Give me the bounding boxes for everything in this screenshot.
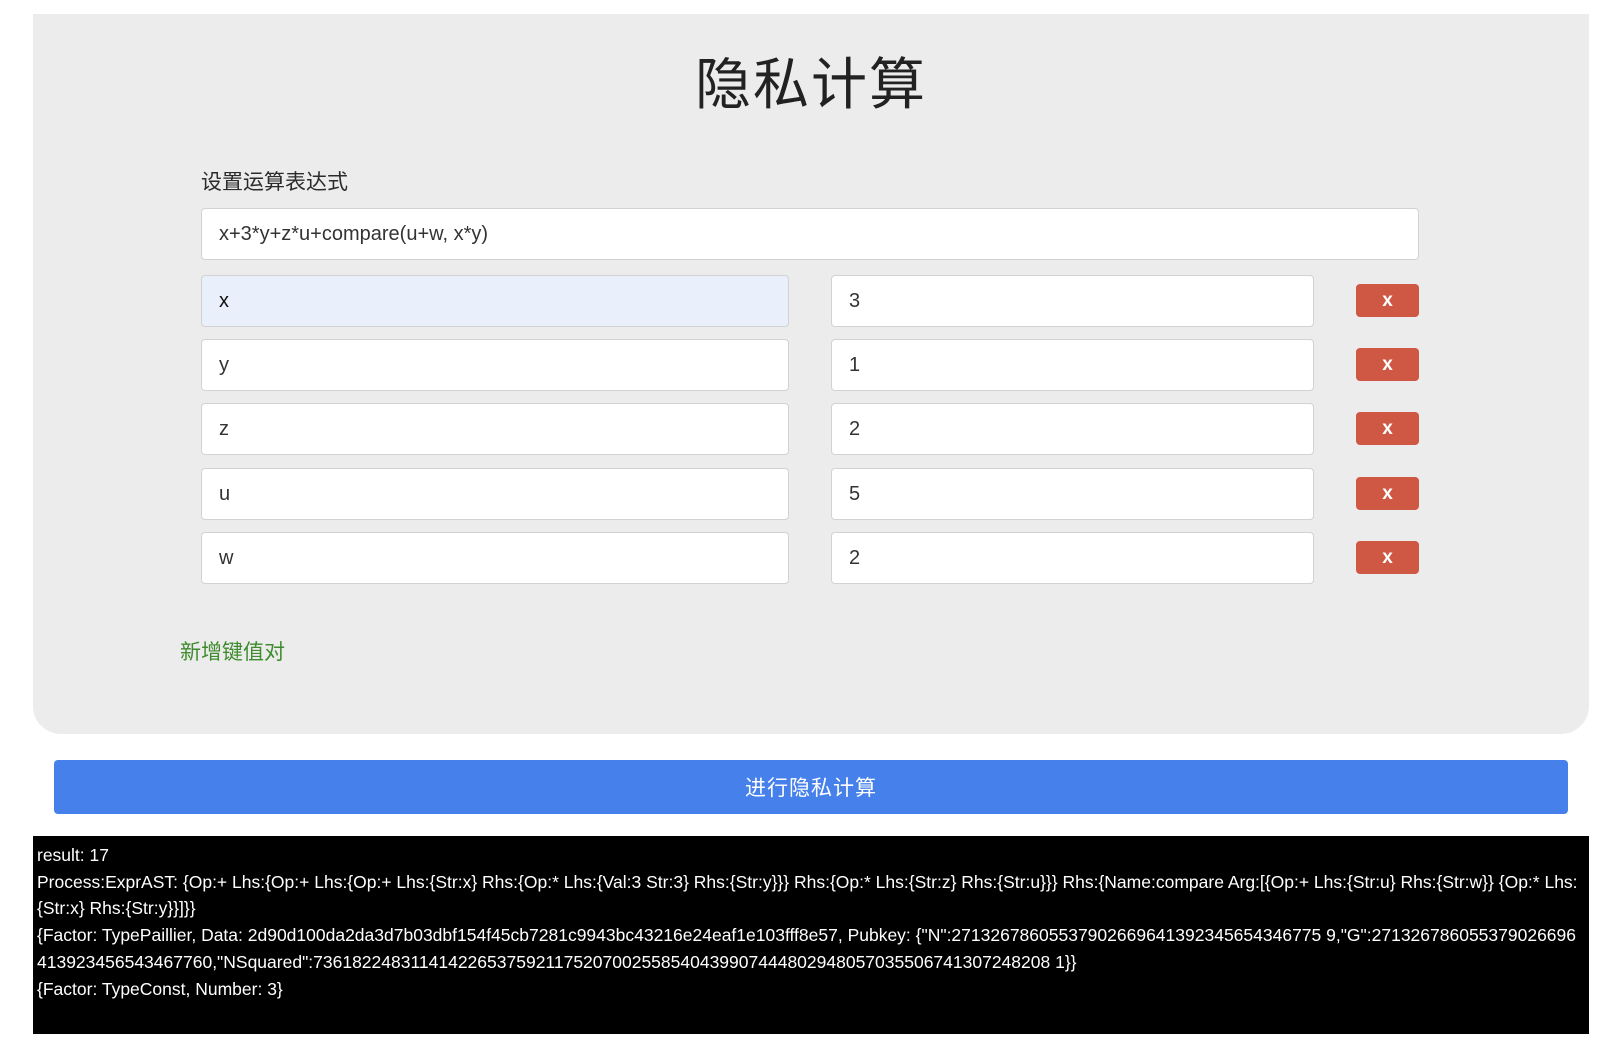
input-panel: 隐私计算 设置运算表达式 x x x x x 新增键值对	[33, 14, 1589, 734]
console-line: Process:ExprAST: {Op:+ Lhs:{Op:+ Lhs:{Op…	[37, 871, 1578, 919]
kv-row-3: x	[201, 468, 1419, 520]
expression-input[interactable]	[201, 208, 1419, 260]
key-input[interactable]	[201, 468, 789, 520]
add-pair-link[interactable]: 新增键值对	[180, 636, 285, 666]
console-line: {Factor: TypeConst, Number: 3}	[37, 978, 283, 999]
key-input[interactable]	[201, 532, 789, 584]
value-input[interactable]	[831, 468, 1314, 520]
kv-row-2: x	[201, 403, 1419, 455]
console-line: result: 17	[37, 845, 109, 865]
page: 隐私计算 设置运算表达式 x x x x x 新增键值对	[0, 0, 1608, 1048]
value-input[interactable]	[831, 403, 1314, 455]
key-input[interactable]	[201, 339, 789, 391]
kv-row-0: x	[201, 275, 1419, 327]
kv-row-4: x	[201, 532, 1419, 584]
key-input[interactable]	[201, 275, 789, 327]
compute-button[interactable]: 进行隐私计算	[54, 760, 1568, 814]
value-input[interactable]	[831, 339, 1314, 391]
delete-pair-button[interactable]: x	[1356, 412, 1419, 445]
page-title: 隐私计算	[695, 53, 927, 118]
kv-row-1: x	[201, 339, 1419, 391]
delete-pair-button[interactable]: x	[1356, 477, 1419, 510]
output-console: result: 17 Process:ExprAST: {Op:+ Lhs:{O…	[33, 836, 1589, 1034]
value-input[interactable]	[831, 275, 1314, 327]
value-input[interactable]	[831, 532, 1314, 584]
console-line: {Factor: TypePaillier, Data: 2d90d100da2…	[37, 925, 1577, 972]
expression-label: 设置运算表达式	[201, 170, 348, 194]
delete-pair-button[interactable]: x	[1356, 348, 1419, 381]
key-input[interactable]	[201, 403, 789, 455]
delete-pair-button[interactable]: x	[1356, 284, 1419, 317]
delete-pair-button[interactable]: x	[1356, 541, 1419, 574]
